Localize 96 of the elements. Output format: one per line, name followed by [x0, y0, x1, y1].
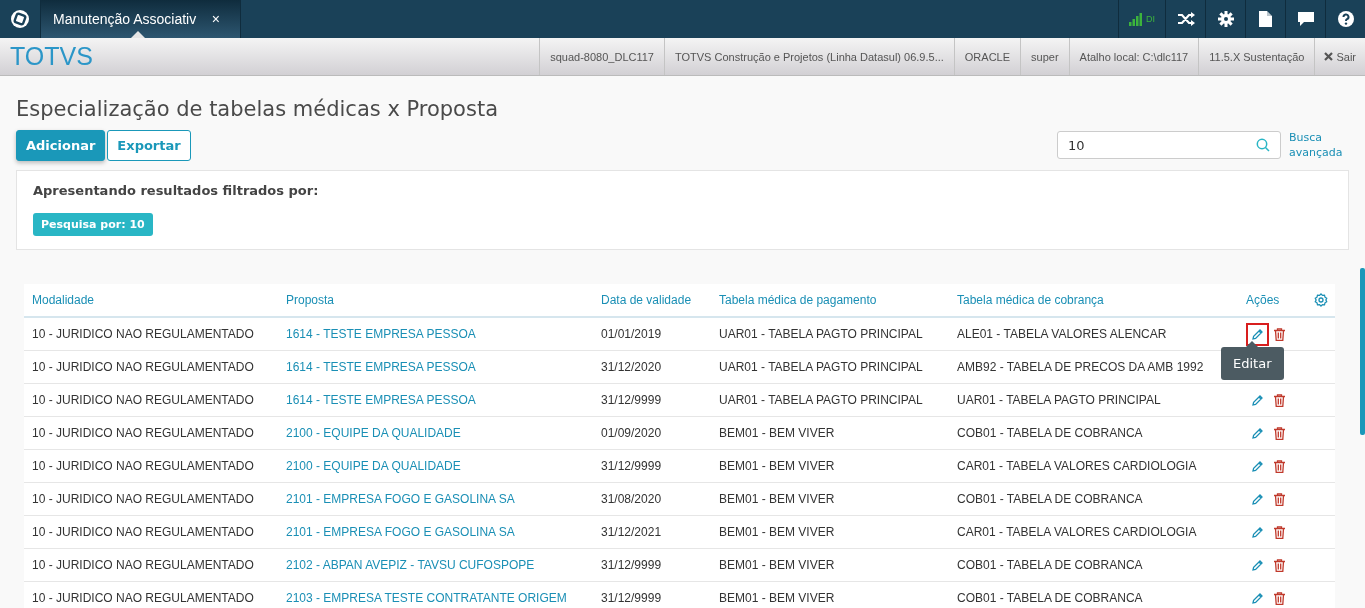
info-item: super [1020, 38, 1069, 75]
pencil-icon [1251, 459, 1264, 473]
page-title: Especialização de tabelas médicas x Proposta [16, 96, 499, 123]
column-header[interactable]: Tabela médica de cobrança [957, 293, 1104, 307]
column-header[interactable]: Modalidade [32, 293, 95, 307]
table-cell: 31/12/9999 [601, 459, 662, 473]
logo-icon[interactable] [10, 9, 30, 29]
table-cell: 31/12/9999 [601, 393, 662, 407]
chat-icon[interactable] [1297, 11, 1314, 27]
close-icon [1324, 52, 1334, 61]
table-cell: BEM01 - BEM VIVER [719, 459, 835, 473]
status-label: DI [1146, 14, 1155, 24]
table-cell: 31/12/9999 [601, 591, 662, 605]
filter-caption: Apresentando resultados filtrados por: [33, 183, 320, 198]
brand-logo: TOTVS [10, 42, 93, 71]
filter-tag[interactable]: Pesquisa por: 10 [33, 213, 153, 236]
table-cell: 01/09/2020 [601, 426, 662, 440]
table-cell: CAR01 - TABELA VALORES CARDIOLOGIA [957, 525, 1197, 539]
table-cell: 10 - JURIDICO NAO REGULAMENTADO [32, 360, 254, 374]
table-cell: 31/12/9999 [601, 558, 662, 572]
trash-icon[interactable] [1274, 426, 1285, 440]
pencil-icon [1251, 492, 1264, 506]
trash-icon[interactable] [1274, 393, 1285, 407]
table-cell: 10 - JURIDICO NAO REGULAMENTADO [32, 558, 254, 572]
table-cell: UAR01 - TABELA PAGTO PRINCIPAL [957, 393, 1161, 407]
table-cell: 10 - JURIDICO NAO REGULAMENTADO [32, 393, 254, 407]
table-cell: 10 - JURIDICO NAO REGULAMENTADO [32, 426, 254, 440]
table-cell: AMB92 - TABELA DE PRECOS DA AMB 1992 [957, 360, 1204, 374]
shuffle-icon[interactable] [1176, 12, 1195, 26]
table-cell: COB01 - TABELA DE COBRANCA [957, 591, 1143, 605]
table-cell: 10 - JURIDICO NAO REGULAMENTADO [32, 525, 254, 539]
column-header[interactable]: Data de validade [601, 293, 692, 307]
pencil-icon [1251, 393, 1264, 407]
export-button[interactable]: Exportar [107, 129, 191, 161]
table-cell: UAR01 - TABELA PAGTO PRINCIPAL [719, 327, 923, 341]
trash-icon[interactable] [1274, 558, 1285, 572]
proposal-link[interactable]: 1614 - TESTE EMPRESA PESSOA [286, 393, 476, 407]
table-cell: UAR01 - TABELA PAGTO PRINCIPAL [719, 360, 923, 374]
info-item: Atalho local: C:\dlc117 [1068, 38, 1199, 75]
table-cell: 10 - JURIDICO NAO REGULAMENTADO [32, 591, 254, 605]
table-cell: COB01 - TABELA DE COBRANCA [957, 426, 1143, 440]
pencil-icon [1251, 558, 1264, 572]
proposal-link[interactable]: 2100 - EQUIPE DA QUALIDADE [286, 426, 461, 440]
tooltip-pointer [1246, 341, 1259, 347]
table-cell: 10 - JURIDICO NAO REGULAMENTADO [32, 492, 254, 506]
trash-icon[interactable] [1274, 459, 1285, 473]
table-cell: COB01 - TABELA DE COBRANCA [957, 492, 1143, 506]
table-cell: UAR01 - TABELA PAGTO PRINCIPAL [719, 393, 923, 407]
close-button[interactable]: × [211, 11, 220, 27]
proposal-link[interactable]: 2101 - EMPRESA FOGO E GASOLINA SA [286, 525, 515, 539]
info-item: ORACLE [953, 38, 1021, 75]
table-cell: BEM01 - BEM VIVER [719, 525, 835, 539]
column-header[interactable]: Tabela médica de pagamento [719, 293, 877, 307]
table-cell: BEM01 - BEM VIVER [719, 591, 835, 605]
logout-button[interactable]: Sair [1314, 38, 1365, 75]
trash-icon[interactable] [1274, 492, 1285, 506]
table-cell: 31/08/2020 [601, 492, 662, 506]
table-cell: 31/12/2020 [601, 360, 662, 374]
table-cell: BEM01 - BEM VIVER [719, 492, 835, 506]
proposal-link[interactable]: 2103 - EMPRESA TESTE CONTRATANTE ORIGEM [286, 591, 567, 605]
document-icon[interactable] [1259, 11, 1272, 27]
signal-icon [1129, 12, 1143, 26]
trash-icon[interactable] [1274, 327, 1285, 341]
table-cell: BEM01 - BEM VIVER [719, 426, 835, 440]
tooltip: Editar [1221, 341, 1284, 380]
add-button[interactable]: Adicionar [16, 129, 106, 161]
proposal-link[interactable]: 1614 - TESTE EMPRESA PESSOA [286, 360, 476, 374]
scrollbar-thumb[interactable] [1360, 268, 1365, 435]
trash-icon[interactable] [1274, 525, 1285, 539]
pencil-icon [1251, 426, 1264, 440]
info-item: squad-8080_DLC117 [539, 38, 664, 75]
info-item: TOTVS Construção e Projetos (Linha Datasul) 06.9.5... [664, 38, 954, 75]
app-tab[interactable]: Manutenção Associativ × [41, 0, 241, 38]
info-item: 11.5.X Sustentação [1198, 38, 1315, 75]
proposal-link[interactable]: 1614 - TESTE EMPRESA PESSOA [286, 327, 476, 341]
table-cell: BEM01 - BEM VIVER [719, 558, 835, 572]
proposal-link[interactable]: 2102 - ABPAN AVEPIZ - TAVSU CUFOSPOPE [286, 558, 535, 572]
table-cell: 10 - JURIDICO NAO REGULAMENTADO [32, 327, 254, 341]
table-cell: ALE01 - TABELA VALORES ALENCAR [957, 327, 1167, 341]
pencil-icon [1251, 525, 1264, 539]
column-header[interactable]: Ações [1246, 293, 1280, 307]
search-field[interactable]: 10 [1057, 131, 1281, 159]
table-cell: 01/01/2019 [601, 327, 662, 341]
proposal-link[interactable]: 2101 - EMPRESA FOGO E GASOLINA SA [286, 492, 515, 506]
pencil-icon [1251, 327, 1264, 341]
pencil-icon [1251, 591, 1264, 605]
table-cell: CAR01 - TABELA VALORES CARDIOLOGIA [957, 459, 1197, 473]
settings-icon[interactable] [1217, 11, 1234, 27]
table-cell: 10 - JURIDICO NAO REGULAMENTADO [32, 459, 254, 473]
table-cell: 31/12/2021 [601, 525, 662, 539]
advanced-search-link[interactable]: Busca avançada [1289, 130, 1349, 160]
proposal-link[interactable]: 2100 - EQUIPE DA QUALIDADE [286, 459, 461, 473]
help-icon[interactable] [1337, 11, 1354, 27]
table-cell: COB01 - TABELA DE COBRANCA [957, 558, 1143, 572]
column-header[interactable]: Proposta [286, 293, 335, 307]
trash-icon[interactable] [1274, 591, 1285, 605]
